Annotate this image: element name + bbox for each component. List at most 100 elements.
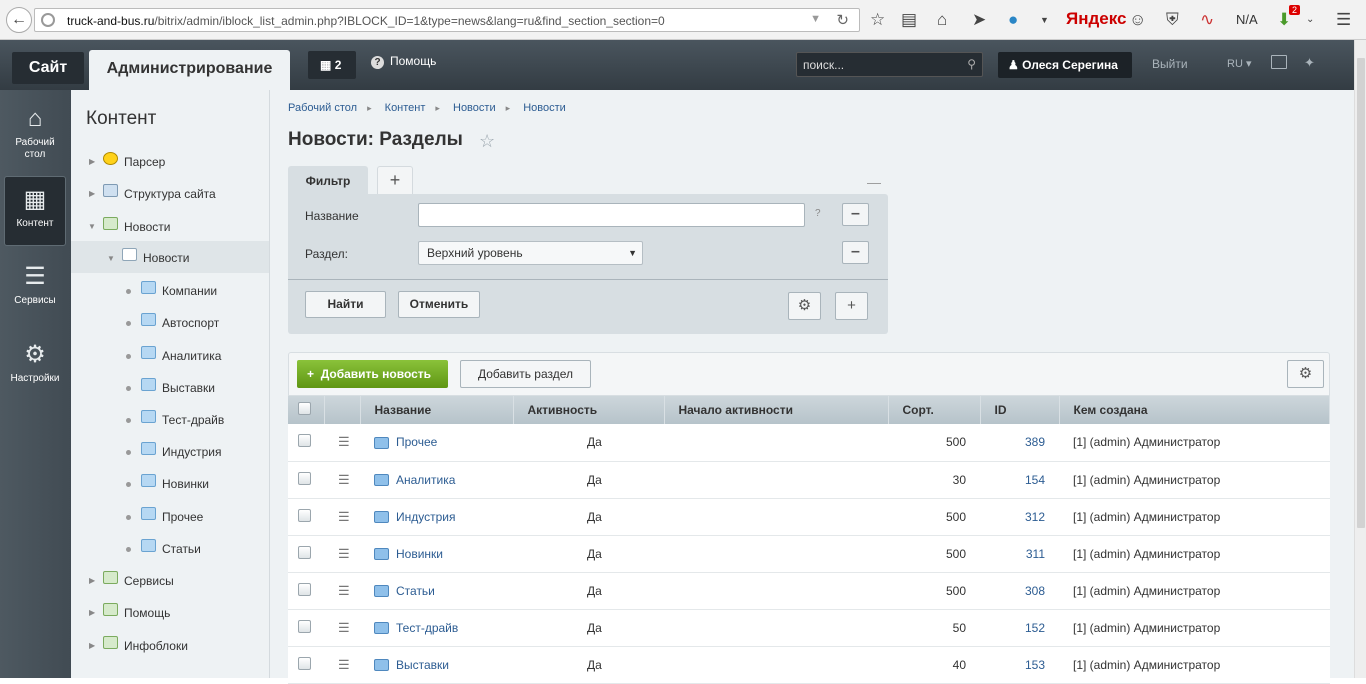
menu-icon[interactable]: ☰: [1336, 10, 1351, 30]
reload-icon[interactable]: ↻: [836, 11, 849, 29]
row-checkbox[interactable]: [298, 619, 311, 633]
col-sort[interactable]: Сорт.: [888, 396, 981, 424]
id-link[interactable]: 154: [1025, 473, 1045, 487]
row-checkbox[interactable]: [298, 434, 311, 448]
remove-name-field-button[interactable]: –: [842, 203, 869, 226]
row-checkbox[interactable]: [298, 582, 311, 596]
id-link[interactable]: 312: [1025, 510, 1045, 524]
tree-item-section[interactable]: Компании: [71, 275, 269, 307]
tree-item-parser[interactable]: ▶ Парсер: [71, 146, 269, 178]
tree-item-news-type[interactable]: ▼ Новости: [71, 211, 269, 243]
id-link[interactable]: 311: [1026, 547, 1045, 561]
star-bookmark-icon[interactable]: ☆: [870, 10, 885, 30]
section-name-link[interactable]: Тест-драйв: [396, 621, 458, 635]
tree-item-section[interactable]: Тест-драйв: [71, 404, 269, 436]
id-link[interactable]: 153: [1025, 658, 1045, 672]
menu-content[interactable]: ▦ Контент: [4, 176, 66, 246]
remove-section-field-button[interactable]: –: [842, 241, 869, 264]
expand-arrow-icon[interactable]: ▶: [89, 184, 95, 204]
drag-handle-icon[interactable]: ☰: [338, 472, 350, 487]
row-checkbox[interactable]: [298, 508, 311, 522]
drag-handle-icon[interactable]: ☰: [338, 583, 350, 598]
url-dropdown-icon[interactable]: ▼: [810, 13, 821, 25]
globe-extension-icon[interactable]: ●: [1008, 10, 1018, 30]
stats-icon[interactable]: ∿: [1200, 10, 1214, 30]
table-row[interactable]: ☰ Аналитика Да 30 154 [1] (admin) Администрат…: [288, 461, 1330, 499]
table-row[interactable]: ☰ Индустрия Да 500 312 [1] (admin) Администра…: [288, 498, 1330, 536]
section-name-link[interactable]: Выставки: [396, 658, 449, 672]
col-start[interactable]: Начало активности: [664, 396, 889, 424]
add-section-button[interactable]: Добавить раздел: [460, 360, 591, 388]
language-selector[interactable]: RU ▾: [1227, 57, 1251, 70]
chevron-down-icon[interactable]: ⌄: [1306, 10, 1314, 30]
table-row[interactable]: ☰ Прочее Да 500 389 [1] (admin) Администратор: [288, 424, 1330, 462]
cancel-button[interactable]: Отменить: [398, 291, 480, 318]
reading-list-icon[interactable]: ▤: [901, 10, 917, 30]
expand-arrow-icon[interactable]: ▶: [89, 636, 95, 656]
search-icon[interactable]: ⚲: [967, 57, 976, 71]
menu-services[interactable]: ☰ Сервисы: [4, 262, 66, 307]
expand-arrow-icon[interactable]: ▶: [89, 603, 95, 623]
tree-item-structure[interactable]: ▶ Структура сайта: [71, 178, 269, 210]
collapse-arrow-icon[interactable]: ▼: [107, 249, 115, 269]
tree-item-news[interactable]: ▼ Новости: [71, 241, 269, 273]
tree-item-section[interactable]: Выставки: [71, 372, 269, 404]
expand-arrow-icon[interactable]: ▶: [89, 571, 95, 591]
drag-handle-icon[interactable]: ☰: [338, 434, 350, 449]
drag-handle-icon[interactable]: ☰: [338, 509, 350, 524]
tree-item-section[interactable]: Автоспорт: [71, 307, 269, 339]
filter-settings-gear-icon[interactable]: ⚙: [788, 292, 821, 320]
vertical-scrollbar[interactable]: [1354, 40, 1366, 678]
list-settings-gear-icon[interactable]: ⚙: [1287, 360, 1324, 388]
filter-section-select[interactable]: Верхний уровень ▼: [418, 241, 643, 265]
pin-icon[interactable]: ✦: [1304, 55, 1315, 71]
tree-item-section[interactable]: Статьи: [71, 533, 269, 565]
drag-handle-icon[interactable]: ☰: [338, 620, 350, 635]
help-question-icon[interactable]: ?: [815, 208, 821, 219]
add-filter-plus-icon[interactable]: +: [377, 166, 413, 194]
menu-settings[interactable]: ⚙ Настройки: [4, 340, 66, 385]
tree-item-section[interactable]: Аналитика: [71, 340, 269, 372]
section-name-link[interactable]: Прочее: [396, 435, 437, 449]
row-checkbox[interactable]: [298, 545, 311, 559]
breadcrumb-desktop[interactable]: Рабочий стол: [288, 102, 357, 114]
tree-item-services[interactable]: ▶ Сервисы: [71, 565, 269, 597]
section-name-link[interactable]: Аналитика: [396, 473, 455, 487]
expand-arrow-icon[interactable]: ▶: [89, 152, 95, 172]
yandex-logo[interactable]: Яндекс: [1066, 9, 1126, 29]
col-id[interactable]: ID: [980, 396, 1060, 424]
tree-item-section[interactable]: Прочее: [71, 501, 269, 533]
drag-handle-icon[interactable]: ☰: [338, 546, 350, 561]
tab-site[interactable]: Сайт: [12, 52, 84, 84]
section-name-link[interactable]: Индустрия: [396, 510, 456, 524]
favorite-star-icon[interactable]: ☆: [479, 131, 495, 152]
table-row[interactable]: ☰ Тест-драйв Да 50 152 [1] (admin) Администра…: [288, 609, 1330, 647]
tree-item-help[interactable]: ▶ Помощь: [71, 597, 269, 629]
filter-tab[interactable]: Фильтр: [288, 166, 368, 195]
window-icon[interactable]: [1271, 55, 1287, 69]
breadcrumb-news[interactable]: Новости: [523, 102, 566, 114]
select-all-checkbox[interactable]: [298, 402, 311, 415]
breadcrumb-news-type[interactable]: Новости: [453, 102, 496, 114]
send-icon[interactable]: ➤: [972, 10, 986, 30]
row-checkbox[interactable]: [298, 471, 311, 485]
id-link[interactable]: 389: [1025, 435, 1045, 449]
help-link[interactable]: ? Помощь: [371, 54, 436, 69]
tree-item-section[interactable]: Индустрия: [71, 436, 269, 468]
id-link[interactable]: 152: [1025, 621, 1045, 635]
filter-name-input[interactable]: [418, 203, 805, 227]
tab-admin[interactable]: Администрирование: [89, 50, 290, 90]
home-icon[interactable]: ⌂: [937, 10, 947, 30]
id-link[interactable]: 308: [1025, 584, 1045, 598]
add-news-button[interactable]: + Добавить новость: [297, 360, 448, 388]
tree-item-iblocks[interactable]: ▶ Инфоблоки: [71, 630, 269, 662]
user-button[interactable]: ♟ Олеся Серегина: [998, 52, 1132, 78]
row-checkbox[interactable]: [298, 656, 311, 670]
table-row[interactable]: ☰ Новинки Да 500 311 [1] (admin) Администрато…: [288, 535, 1330, 573]
collapse-arrow-icon[interactable]: ▼: [88, 217, 96, 237]
extension-dropdown-icon[interactable]: ▼: [1040, 10, 1049, 30]
drag-handle-icon[interactable]: ☰: [338, 657, 350, 672]
tree-item-section[interactable]: Новинки: [71, 468, 269, 500]
filter-add-plus-icon[interactable]: +: [835, 292, 868, 320]
section-name-link[interactable]: Статьи: [396, 584, 435, 598]
